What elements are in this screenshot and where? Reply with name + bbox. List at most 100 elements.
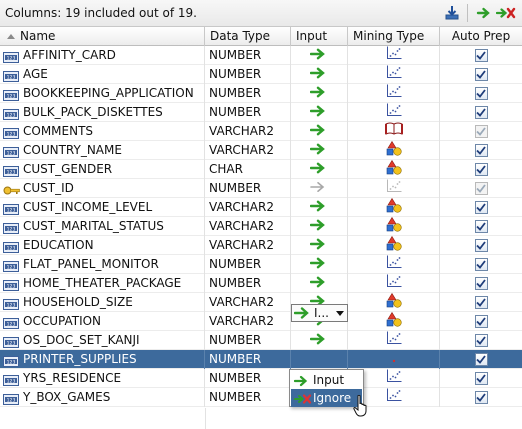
cell-input[interactable] [291, 217, 348, 236]
header-auto-prep[interactable]: Auto Prep [440, 27, 522, 46]
cell-mining-type[interactable] [348, 46, 440, 65]
auto-prep-checkbox[interactable] [474, 372, 488, 385]
cell-input[interactable] [291, 141, 348, 160]
auto-prep-checkbox[interactable] [474, 220, 488, 233]
table-row[interactable]: 123 BULK_PACK_DISKETTES NUMBER [0, 103, 522, 122]
table-row[interactable]: 123 CUST_MARITAL_STATUS VARCHAR2 [0, 217, 522, 236]
table-row[interactable]: 123 Y_BOX_GAMES NUMBER [0, 388, 522, 407]
table-row[interactable]: 123 HOUSEHOLD_SIZE VARCHAR2 [0, 293, 522, 312]
table-row[interactable]: 123 COUNTRY_NAME VARCHAR2 [0, 141, 522, 160]
cell-input[interactable] [291, 236, 348, 255]
categorical-mining-icon [386, 293, 402, 312]
cell-mining-type[interactable] [348, 217, 440, 236]
auto-prep-checkbox[interactable] [474, 68, 488, 81]
cell-auto-prep [440, 312, 522, 331]
svg-text:123: 123 [7, 74, 16, 80]
header-name[interactable]: Name [0, 27, 205, 46]
cell-mining-type[interactable] [348, 65, 440, 84]
cell-input[interactable] [291, 331, 348, 350]
cell-data-type: VARCHAR2 [205, 198, 291, 217]
table-row[interactable]: 123 FLAT_PANEL_MONITOR NUMBER [0, 255, 522, 274]
dropdown-option-ignore[interactable]: Ignore [291, 389, 362, 407]
cell-mining-type[interactable] [348, 122, 440, 141]
cell-input[interactable] [291, 350, 348, 369]
cell-input[interactable] [291, 122, 348, 141]
cell-mining-type[interactable] [348, 103, 440, 122]
input-combo-box[interactable]: I... [291, 304, 348, 322]
cell-mining-type[interactable] [348, 198, 440, 217]
cell-mining-type[interactable] [348, 141, 440, 160]
auto-prep-checkbox[interactable] [474, 163, 488, 176]
cell-auto-prep [440, 46, 522, 65]
auto-prep-checkbox[interactable] [474, 106, 488, 119]
table-row[interactable]: 123 OS_DOC_SET_KANJI NUMBER [0, 331, 522, 350]
auto-prep-checkbox[interactable] [474, 144, 488, 157]
cell-mining-type[interactable] [348, 160, 440, 179]
cell-input[interactable] [291, 103, 348, 122]
table-row[interactable]: 123 COMMENTS VARCHAR2 [0, 122, 522, 141]
cell-auto-prep [440, 141, 522, 160]
dropdown-option-input[interactable]: Input [291, 371, 362, 389]
auto-prep-checkbox[interactable] [474, 201, 488, 214]
auto-prep-checkbox[interactable] [474, 353, 488, 366]
table-row[interactable]: 123 PRINTER_SUPPLIES NUMBER [0, 350, 522, 369]
categorical-mining-icon [386, 236, 402, 255]
cell-input[interactable] [291, 274, 348, 293]
numerical-mining-icon [386, 369, 402, 388]
cell-auto-prep [440, 236, 522, 255]
cell-mining-type[interactable] [348, 312, 440, 331]
cell-mining-type[interactable] [348, 84, 440, 103]
cell-input[interactable] [291, 160, 348, 179]
cell-name: 123 CUST_GENDER [0, 160, 205, 179]
cell-data-type: VARCHAR2 [205, 312, 291, 331]
cell-auto-prep [440, 65, 522, 84]
cell-auto-prep [440, 160, 522, 179]
auto-prep-checkbox[interactable] [474, 239, 488, 252]
table-row[interactable]: 123 YRS_RESIDENCE NUMBER [0, 369, 522, 388]
input-arrow-icon [309, 332, 328, 350]
header-input[interactable]: Input [291, 27, 348, 46]
table-row[interactable]: 123 HOME_THEATER_PACKAGE NUMBER [0, 274, 522, 293]
cell-input[interactable] [291, 46, 348, 65]
cell-input[interactable] [291, 179, 348, 198]
chevron-down-icon[interactable] [336, 311, 344, 316]
download-icon[interactable] [442, 3, 462, 23]
table-row[interactable]: 123 BOOKKEEPING_APPLICATION NUMBER [0, 84, 522, 103]
numeric-column-icon: 123 [3, 145, 19, 160]
column-name: AFFINITY_CARD [23, 48, 116, 62]
table-row[interactable]: CUST_ID NUMBER [0, 179, 522, 198]
auto-prep-checkbox[interactable] [474, 315, 488, 328]
table-row[interactable]: 123 CUST_GENDER CHAR [0, 160, 522, 179]
cell-mining-type[interactable] [348, 236, 440, 255]
table-row[interactable]: 123 OCCUPATION VARCHAR2 [0, 312, 522, 331]
cell-mining-type[interactable] [348, 293, 440, 312]
cell-input[interactable] [291, 84, 348, 103]
numeric-column-icon: 123 [3, 373, 19, 388]
auto-prep-checkbox[interactable] [474, 277, 488, 290]
cell-input[interactable] [291, 255, 348, 274]
auto-prep-checkbox[interactable] [474, 334, 488, 347]
auto-prep-checkbox[interactable] [474, 87, 488, 100]
table-row[interactable]: 123 EDUCATION VARCHAR2 [0, 236, 522, 255]
cell-mining-type[interactable] [348, 331, 440, 350]
auto-prep-checkbox[interactable] [474, 296, 488, 309]
table-row[interactable]: 123 AGE NUMBER [0, 65, 522, 84]
cell-input[interactable] [291, 65, 348, 84]
header-mining-type[interactable]: Mining Type [348, 27, 440, 46]
exclude-all-icon[interactable] [496, 3, 516, 23]
auto-prep-checkbox[interactable] [474, 49, 488, 62]
auto-prep-checkbox[interactable] [474, 258, 488, 271]
cell-data-type: NUMBER [205, 274, 291, 293]
table-row[interactable]: 123 AFFINITY_CARD NUMBER [0, 46, 522, 65]
include-all-icon[interactable] [474, 3, 494, 23]
cell-input[interactable] [291, 198, 348, 217]
numeric-column-icon: 123 [3, 240, 19, 255]
table-row[interactable]: 123 CUST_INCOME_LEVEL VARCHAR2 [0, 198, 522, 217]
cell-mining-type[interactable] [348, 179, 440, 198]
cell-mining-type[interactable] [348, 255, 440, 274]
cell-mining-type[interactable] [348, 274, 440, 293]
header-data-type[interactable]: Data Type [205, 27, 291, 46]
auto-prep-checkbox[interactable] [474, 391, 488, 404]
cell-data-type: VARCHAR2 [205, 141, 291, 160]
cell-mining-type[interactable] [348, 350, 440, 369]
